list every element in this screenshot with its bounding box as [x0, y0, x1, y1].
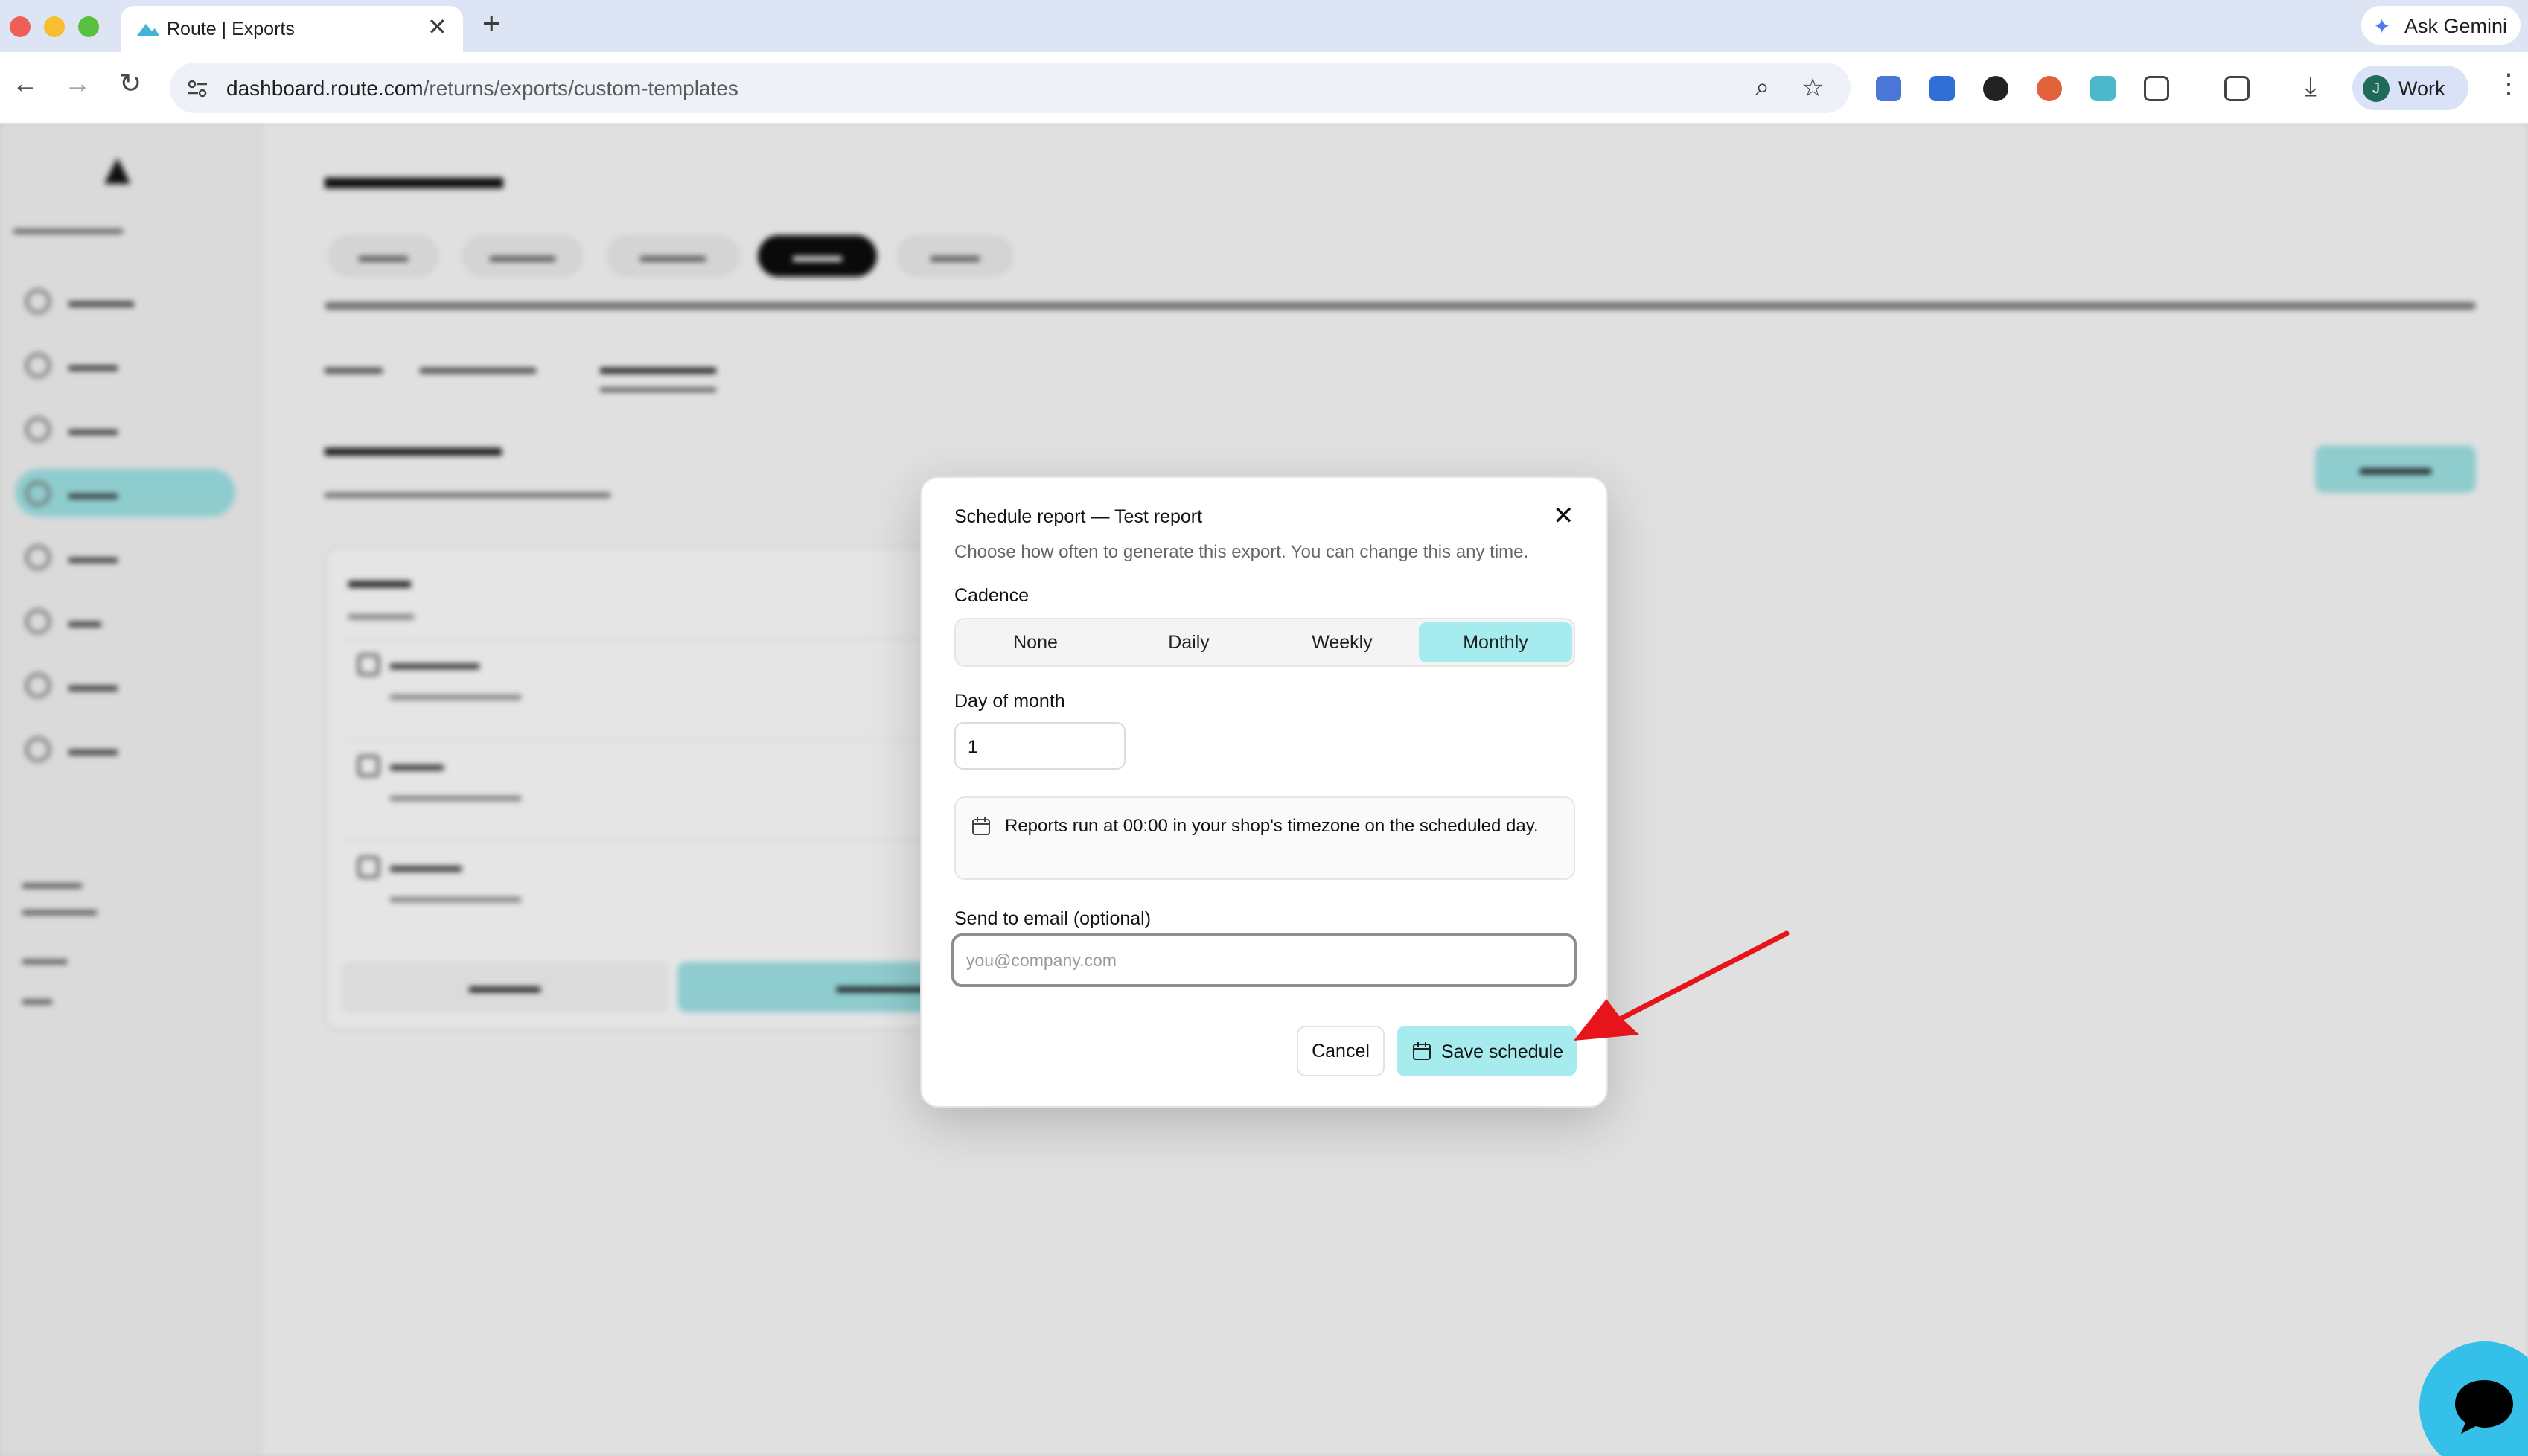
reload-icon[interactable]: ↻ — [119, 70, 141, 97]
maximize-window-button[interactable] — [78, 16, 99, 37]
email-label: Send to email (optional) — [954, 908, 1152, 929]
minimize-window-button[interactable] — [44, 16, 65, 37]
ask-gemini-button[interactable]: ✦ Ask Gemini — [2361, 6, 2521, 45]
chat-bubble-icon — [2455, 1380, 2513, 1434]
extensions-puzzle-icon[interactable] — [2144, 76, 2169, 101]
save-schedule-label: Save schedule — [1441, 1041, 1564, 1062]
route-favicon-icon — [137, 24, 159, 36]
tab-title: Route | Exports — [167, 19, 295, 39]
save-schedule-button[interactable]: Save schedule — [1397, 1026, 1577, 1076]
cadence-option-monthly[interactable]: Monthly — [1419, 622, 1572, 662]
profile-label: Work — [2398, 77, 2445, 100]
forward-icon[interactable]: → — [64, 70, 91, 97]
close-window-button[interactable] — [10, 16, 31, 37]
dialog-description: Choose how often to generate this export… — [954, 542, 1529, 562]
password-manager-extension-icon[interactable] — [1876, 76, 1901, 101]
cancel-button[interactable]: Cancel — [1297, 1026, 1385, 1076]
chat-widget — [2419, 1341, 2528, 1456]
dialog-title: Schedule report — Test report — [954, 506, 1203, 527]
openai-extension-icon[interactable] — [1983, 76, 2008, 101]
schedule-info-text: Reports run at 00:00 in your shop's time… — [1005, 816, 1539, 836]
profile-button[interactable]: J Work — [2352, 66, 2468, 110]
browser-menu-icon[interactable]: ⋮ — [2495, 70, 2522, 97]
cadence-selector: None Daily Weekly Monthly — [954, 618, 1575, 667]
image-extension-icon[interactable] — [2090, 76, 2116, 101]
schedule-report-dialog: Schedule report — Test report ✕ Choose h… — [920, 476, 1608, 1108]
browser-tab-strip: Route | Exports ✕ + ✦ Ask Gemini — [0, 0, 2528, 52]
claude-extension-icon[interactable] — [2037, 76, 2062, 101]
avatar: J — [2363, 75, 2390, 102]
gemini-sparkle-icon: ✦ — [2373, 15, 2391, 38]
zoom-icon[interactable]: ⌕ — [1755, 73, 1769, 102]
calendar-icon — [972, 817, 990, 835]
close-icon[interactable]: ✕ — [1553, 503, 1574, 529]
browser-toolbar: ← → ↻ dashboard.route.com/returns/export… — [0, 52, 2528, 124]
address-bar[interactable]: dashboard.route.com/returns/exports/cust… — [170, 63, 1851, 113]
calendar-icon — [1413, 1042, 1431, 1060]
back-icon[interactable]: ← — [12, 70, 39, 97]
bookmark-star-icon[interactable]: ☆ — [1801, 73, 1824, 103]
annotation-arrow-icon — [1574, 930, 1790, 1041]
cadence-label: Cadence — [954, 585, 1030, 606]
cadence-option-none[interactable]: None — [959, 622, 1112, 662]
day-of-month-value: 1 — [968, 737, 978, 757]
email-field[interactable] — [951, 933, 1577, 987]
tab-search-icon[interactable] — [2224, 76, 2250, 101]
schedule-info-box: Reports run at 00:00 in your shop's time… — [954, 796, 1575, 880]
day-of-month-label: Day of month — [954, 691, 1065, 712]
ask-gemini-label: Ask Gemini — [2404, 15, 2508, 37]
cadence-option-weekly[interactable]: Weekly — [1265, 622, 1419, 662]
snowflake-extension-icon[interactable] — [1929, 76, 1955, 101]
site-settings-icon[interactable] — [186, 77, 208, 100]
cadence-option-daily[interactable]: Daily — [1112, 622, 1265, 662]
chat-button[interactable] — [2419, 1341, 2528, 1456]
tab-close-icon[interactable]: ✕ — [427, 15, 447, 39]
day-of-month-input[interactable]: 1 — [954, 722, 1126, 770]
url-text: dashboard.route.com/returns/exports/cust… — [226, 77, 738, 100]
downloads-icon[interactable]: ⤓ — [2305, 73, 2317, 100]
new-tab-icon[interactable]: + — [482, 7, 501, 39]
browser-tab[interactable]: Route | Exports ✕ — [121, 6, 463, 52]
